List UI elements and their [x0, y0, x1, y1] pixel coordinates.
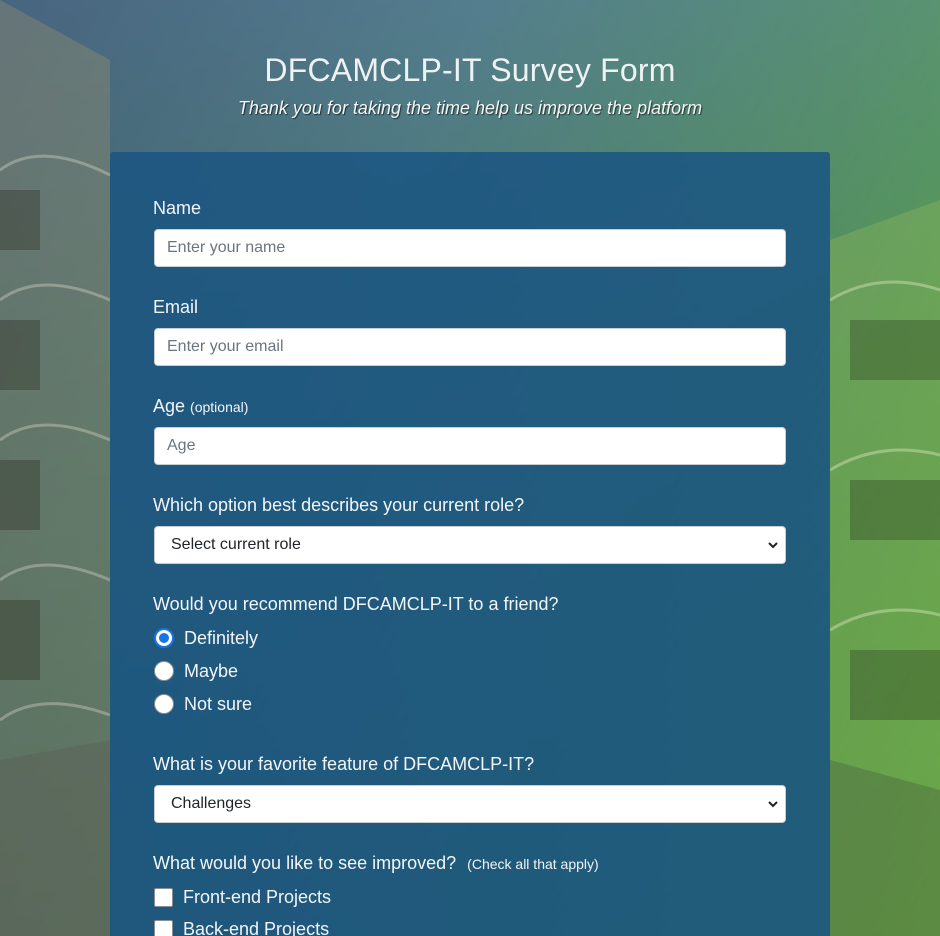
radio-not-sure[interactable]: Not sure [154, 692, 252, 716]
feature-select[interactable]: Challenges [154, 785, 786, 823]
feature-select-value: Challenges [171, 795, 252, 812]
name-placeholder: Enter your name [167, 239, 286, 256]
chevron-down-icon [768, 542, 778, 549]
chevron-down-icon [768, 801, 778, 808]
radio-label-not-sure: Not sure [184, 693, 253, 714]
checkbox-back-end[interactable]: Back-end Projects [154, 917, 329, 936]
age-input[interactable]: Age [154, 427, 786, 465]
name-input[interactable]: Enter your name [154, 229, 786, 267]
email-input[interactable]: Enter your email [154, 328, 786, 366]
improve-label-note: (Check all that apply) [467, 856, 599, 872]
radio-label-definitely: Definitely [184, 627, 259, 648]
page-title: DFCAMCLP-IT Survey Form [264, 52, 676, 88]
name-label: Name [153, 198, 202, 218]
checkbox[interactable] [154, 919, 173, 936]
age-label: Age (optional) [153, 396, 248, 417]
age-placeholder: Age [167, 437, 196, 454]
role-select-value: Select current role [171, 536, 301, 553]
age-label-text: Age [153, 396, 186, 416]
recommend-label: Would you recommend DFCAMCLP-IT to a fri… [153, 594, 559, 614]
checkbox[interactable] [154, 887, 173, 907]
checkbox-front-end[interactable]: Front-end Projects [154, 885, 331, 909]
radio-button[interactable] [154, 661, 174, 681]
role-label: Which option best describes your current… [153, 495, 525, 515]
age-optional-note: (optional) [190, 399, 249, 415]
email-placeholder: Enter your email [167, 338, 284, 355]
role-select[interactable]: Select current role [154, 526, 786, 564]
checkbox-label-front-end: Front-end Projects [183, 886, 332, 907]
radio-maybe[interactable]: Maybe [154, 659, 238, 683]
radio-button[interactable] [154, 694, 174, 714]
feature-label: What is your favorite feature of DFCAMCL… [153, 754, 535, 774]
radio-button-checked[interactable] [154, 628, 174, 648]
radio-definitely[interactable]: Definitely [154, 626, 258, 650]
improve-label: What would you like to see improved? (Ch… [153, 853, 599, 874]
email-label: Email [153, 297, 199, 317]
page-subtitle: Thank you for taking the time help us im… [237, 98, 703, 118]
checkbox-label-back-end: Back-end Projects [183, 918, 330, 936]
improve-label-text: What would you like to see improved? [153, 853, 457, 873]
radio-label-maybe: Maybe [184, 660, 239, 681]
